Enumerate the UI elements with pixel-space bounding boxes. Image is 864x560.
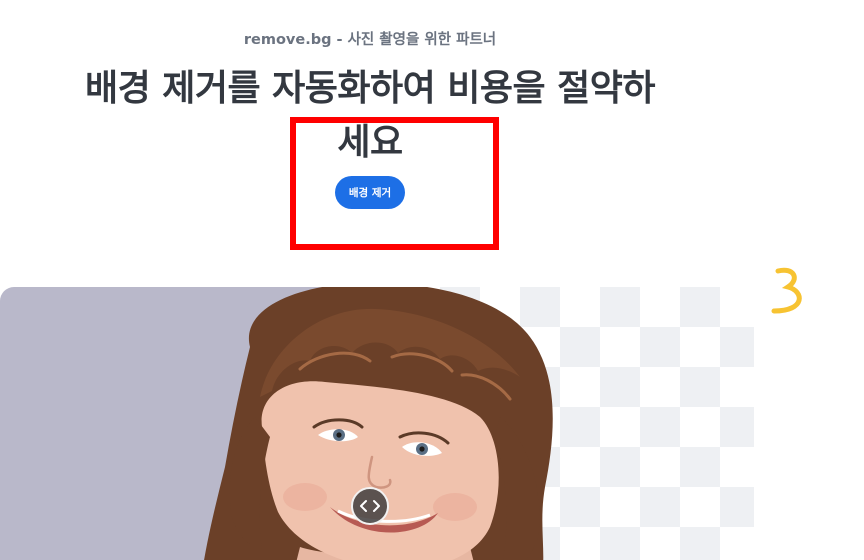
highlight-box [290,117,499,250]
comparison-slider-handle[interactable] [351,487,389,525]
hero-eyebrow: remove.bg - 사진 촬영을 위한 파트너 [243,32,497,48]
headline-line-1: 배경 제거를 자동화하여 비용을 절약하 [84,68,656,109]
squiggle-decoration-icon [771,267,802,314]
chevrons-left-right-icon [360,500,380,512]
